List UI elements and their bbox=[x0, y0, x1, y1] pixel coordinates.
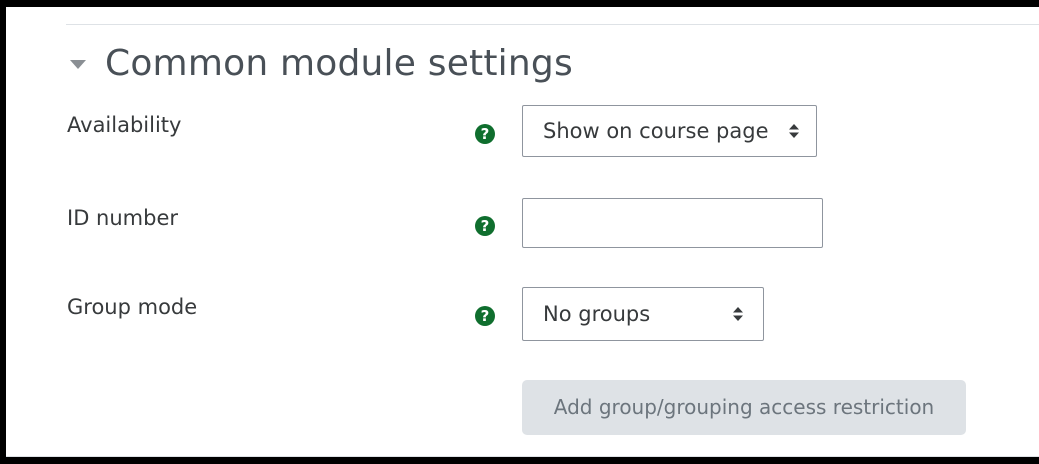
section-header-toggle[interactable]: Common module settings bbox=[70, 43, 573, 84]
add-group-restriction-button[interactable]: Add group/grouping access restriction bbox=[522, 380, 966, 435]
availability-help-icon[interactable]: ? bbox=[475, 124, 495, 144]
id-number-help-icon[interactable]: ? bbox=[475, 216, 495, 236]
group-mode-select-value: No groups bbox=[543, 302, 651, 326]
group-mode-select[interactable]: No groups bbox=[522, 287, 764, 341]
id-number-input[interactable] bbox=[522, 198, 823, 248]
availability-select-value: Show on course page bbox=[543, 119, 769, 143]
sort-arrows-icon bbox=[733, 307, 743, 321]
panel-bottom-border bbox=[6, 456, 1039, 457]
group-mode-help-icon[interactable]: ? bbox=[475, 306, 495, 326]
availability-label: Availability bbox=[67, 113, 182, 137]
section-title[interactable]: Common module settings bbox=[105, 43, 573, 84]
availability-select[interactable]: Show on course page bbox=[522, 105, 817, 157]
section-divider bbox=[66, 24, 1039, 25]
id-number-label: ID number bbox=[67, 206, 178, 230]
settings-panel: Common module settings Availability ? Sh… bbox=[6, 7, 1039, 457]
sort-arrows-icon bbox=[789, 124, 799, 138]
caret-down-icon[interactable] bbox=[70, 60, 86, 69]
group-mode-label: Group mode bbox=[67, 295, 198, 319]
